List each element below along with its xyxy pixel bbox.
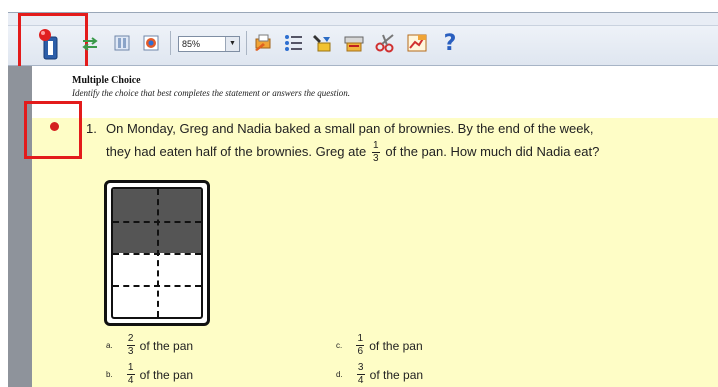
tools-icon bbox=[313, 35, 331, 52]
scissors-button[interactable] bbox=[374, 32, 398, 54]
print-icon bbox=[255, 34, 271, 51]
fraction-denominator: 4 bbox=[127, 375, 134, 386]
tools-button[interactable] bbox=[312, 32, 334, 54]
fraction: 2 3 bbox=[126, 333, 135, 357]
fraction-numerator: 3 bbox=[357, 362, 364, 373]
fraction-denominator: 4 bbox=[357, 375, 364, 386]
color-button[interactable] bbox=[142, 34, 160, 52]
chevron-down-icon[interactable]: ▼ bbox=[225, 37, 239, 51]
arrows-icon bbox=[82, 37, 98, 51]
fraction-denominator: 3 bbox=[373, 153, 379, 164]
brownie-pan-figure bbox=[104, 180, 210, 326]
fraction-numerator: 1 bbox=[357, 333, 364, 344]
print-button[interactable] bbox=[252, 32, 274, 54]
bookmark-dot[interactable] bbox=[50, 122, 59, 131]
columns-button[interactable] bbox=[113, 34, 131, 52]
fraction-denominator: 3 bbox=[127, 346, 134, 357]
zoom-value: 85% bbox=[182, 39, 201, 49]
choice-a[interactable]: a. 2 3 of the pan bbox=[106, 334, 193, 357]
choice-c[interactable]: c. 1 6 of the pan bbox=[336, 334, 423, 357]
list-button[interactable] bbox=[283, 32, 305, 54]
cut-line bbox=[113, 285, 201, 287]
choice-d[interactable]: d. 3 4 of the pan bbox=[336, 363, 423, 386]
toolbar-strip bbox=[8, 13, 718, 26]
cut-line bbox=[113, 253, 201, 255]
fraction-numerator: 1 bbox=[127, 362, 134, 373]
color-icon bbox=[143, 35, 159, 51]
help-icon: ? bbox=[443, 30, 457, 56]
columns-icon bbox=[114, 35, 130, 51]
arrows-button[interactable] bbox=[80, 35, 100, 53]
section-instructions: Identify the choice that best completes … bbox=[72, 88, 350, 98]
toolbar-separator bbox=[170, 31, 171, 55]
fraction-numerator: 2 bbox=[127, 333, 134, 344]
section-title: Multiple Choice bbox=[72, 75, 141, 86]
question-text-part: of the pan. How much did Nadia eat? bbox=[385, 143, 600, 159]
cut-line bbox=[113, 221, 201, 223]
scan-button[interactable] bbox=[342, 32, 366, 54]
choice-letter: b. bbox=[106, 370, 113, 379]
toolbar-separator bbox=[246, 31, 247, 55]
fraction: 1 4 bbox=[126, 362, 135, 386]
choice-letter: c. bbox=[336, 341, 343, 350]
question-text-line2: they had eaten half of the brownies. Gre… bbox=[106, 141, 599, 164]
chart-icon bbox=[407, 34, 427, 52]
choice-letter: d. bbox=[336, 370, 343, 379]
choice-letter: a. bbox=[106, 341, 113, 350]
fraction-denominator: 6 bbox=[357, 346, 364, 357]
choice-text: of the pan bbox=[369, 338, 423, 353]
choice-b[interactable]: b. 1 4 of the pan bbox=[106, 363, 193, 386]
question-number: 1. bbox=[86, 121, 97, 136]
pan-grid bbox=[111, 187, 203, 319]
question-text-line1: On Monday, Greg and Nadia baked a small … bbox=[106, 121, 594, 136]
scissors-icon bbox=[375, 34, 394, 53]
fraction: 3 4 bbox=[356, 362, 365, 386]
fraction-numerator: 1 bbox=[373, 140, 379, 151]
zoom-select[interactable]: 85% ▼ bbox=[178, 36, 240, 52]
choice-text: of the pan bbox=[369, 367, 424, 382]
fraction: 1 3 bbox=[371, 140, 380, 164]
scan-icon bbox=[344, 36, 364, 52]
fraction: 1 6 bbox=[356, 333, 365, 357]
chart-button[interactable] bbox=[405, 32, 429, 54]
help-button[interactable]: ? bbox=[440, 30, 460, 56]
question-text-part: they had eaten half of the brownies. Gre… bbox=[106, 143, 367, 159]
choice-text: of the pan bbox=[139, 367, 194, 382]
choice-text: of the pan bbox=[139, 338, 194, 353]
list-icon bbox=[285, 35, 302, 51]
